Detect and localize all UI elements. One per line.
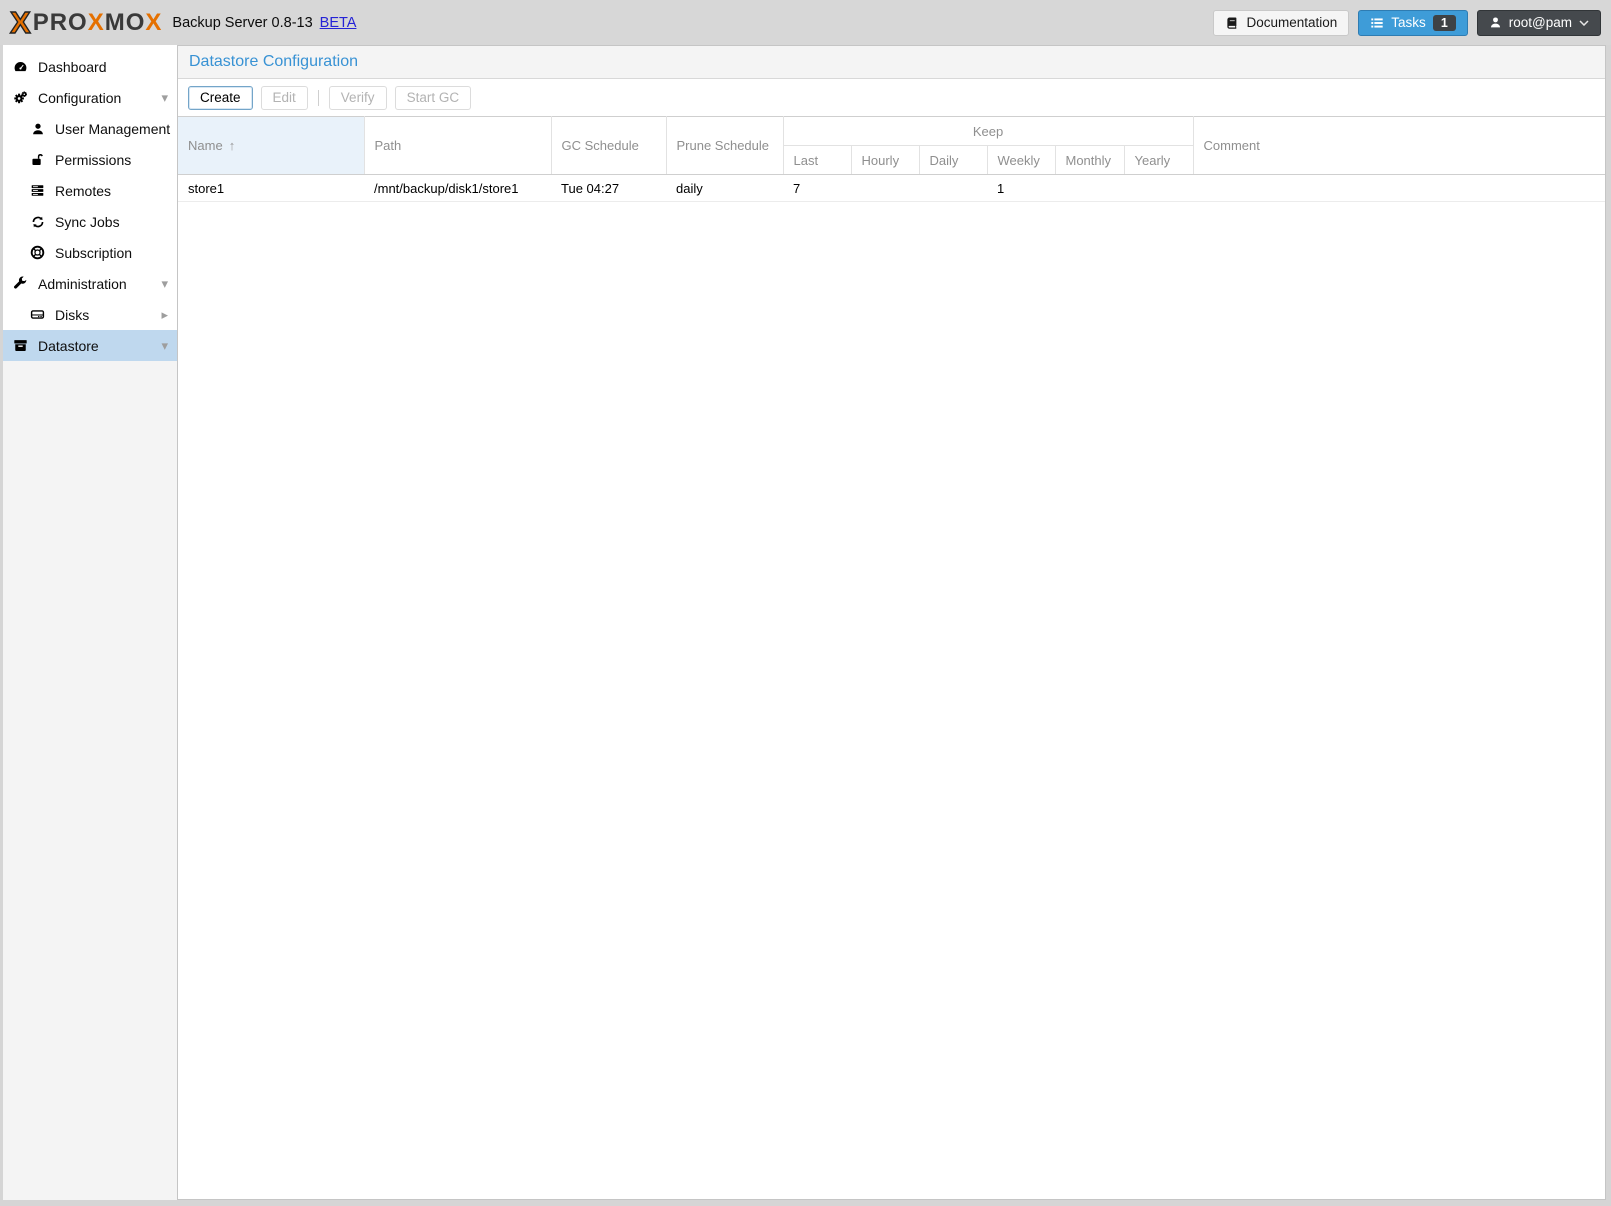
sidebar-item-user-management[interactable]: User Management bbox=[3, 113, 177, 144]
column-header-keep-yearly[interactable]: Yearly bbox=[1124, 146, 1193, 175]
page-title: Datastore Configuration bbox=[189, 53, 358, 71]
sidebar-item-label: Administration bbox=[38, 276, 127, 292]
toolbar-separator bbox=[318, 90, 319, 106]
workspace: Dashboard bbox=[0, 45, 1611, 1206]
cell-keep-hourly bbox=[851, 175, 919, 202]
task-list-icon bbox=[1370, 16, 1384, 30]
sidebar-item-disks[interactable]: Disks ▸ bbox=[3, 299, 177, 330]
edit-button[interactable]: Edit bbox=[261, 86, 308, 110]
product-name: Backup Server 0.8-13 bbox=[172, 15, 312, 31]
column-header-keep-hourly[interactable]: Hourly bbox=[851, 146, 919, 175]
sidebar-item-administration[interactable]: Administration ▾ bbox=[3, 268, 177, 299]
column-group-keep: Keep bbox=[783, 117, 1193, 146]
cogs-icon bbox=[12, 90, 29, 105]
chevron-down-icon[interactable]: ▾ bbox=[161, 91, 168, 104]
unlock-icon bbox=[29, 152, 46, 167]
column-header-keep-daily[interactable]: Daily bbox=[919, 146, 987, 175]
sync-icon bbox=[29, 215, 46, 229]
user-icon bbox=[1489, 16, 1502, 29]
sidebar-item-label: Datastore bbox=[38, 338, 99, 354]
server-stack-icon bbox=[29, 183, 46, 198]
cell-comment bbox=[1193, 175, 1605, 202]
column-header-keep-last[interactable]: Last bbox=[783, 146, 851, 175]
sidebar-item-configuration[interactable]: Configuration ▾ bbox=[3, 82, 177, 113]
sidebar-item-label: Disks bbox=[55, 307, 89, 323]
toolbar: Create Edit Verify Start GC bbox=[178, 79, 1605, 116]
sidebar-item-subscription[interactable]: Subscription bbox=[3, 237, 177, 268]
dashboard-gauge-icon bbox=[12, 59, 29, 74]
proxmox-x-icon: X bbox=[10, 7, 31, 38]
sidebar-item-label: Subscription bbox=[55, 245, 132, 261]
cell-keep-daily bbox=[919, 175, 987, 202]
chevron-right-icon[interactable]: ▸ bbox=[161, 308, 168, 321]
column-header-keep-weekly[interactable]: Weekly bbox=[987, 146, 1055, 175]
cell-gc-schedule: Tue 04:27 bbox=[551, 175, 666, 202]
proxmox-backup-server-app: { "header": { "logo": { "x0": "X", "part… bbox=[0, 0, 1611, 1206]
proxmox-wordmark: PROXMOX bbox=[33, 11, 163, 35]
sort-ascending-icon: ↑ bbox=[229, 138, 236, 153]
cell-keep-weekly: 1 bbox=[987, 175, 1055, 202]
column-header-prune-schedule[interactable]: Prune Schedule bbox=[666, 117, 783, 175]
column-header-name[interactable]: Name ↑ bbox=[178, 117, 364, 175]
column-header-label: Name bbox=[188, 138, 223, 153]
column-header-gc-schedule[interactable]: GC Schedule bbox=[551, 117, 666, 175]
column-header-comment[interactable]: Comment bbox=[1193, 117, 1605, 175]
tasks-count-badge: 1 bbox=[1433, 15, 1456, 31]
sidebar-item-datastore[interactable]: Datastore ▾ bbox=[3, 330, 177, 361]
chevron-down-icon[interactable]: ▾ bbox=[161, 277, 168, 290]
datastore-table: Name ↑ Path GC Schedule Prune Schedule Ke… bbox=[178, 116, 1605, 202]
tasks-label: Tasks bbox=[1391, 15, 1426, 30]
verify-button[interactable]: Verify bbox=[329, 86, 387, 110]
life-ring-icon bbox=[29, 245, 46, 260]
sidebar-item-dashboard[interactable]: Dashboard bbox=[3, 51, 177, 82]
table-row[interactable]: store1 /mnt/backup/disk1/store1 Tue 04:2… bbox=[178, 175, 1605, 202]
sidebar: Dashboard bbox=[3, 45, 178, 1200]
sidebar-item-label: Configuration bbox=[38, 90, 121, 106]
cell-name: store1 bbox=[178, 175, 364, 202]
sidebar-item-label: Dashboard bbox=[38, 59, 107, 75]
documentation-label: Documentation bbox=[1246, 15, 1337, 30]
top-bar: X PROXMOX Backup Server 0.8-13 BETA Docu… bbox=[0, 0, 1611, 45]
sidebar-item-label: Remotes bbox=[55, 183, 111, 199]
start-gc-button[interactable]: Start GC bbox=[395, 86, 472, 110]
logo-letters: MO bbox=[105, 9, 146, 36]
cell-keep-monthly bbox=[1055, 175, 1124, 202]
book-icon bbox=[1225, 16, 1239, 30]
cell-keep-last: 7 bbox=[783, 175, 851, 202]
wrench-icon bbox=[12, 276, 29, 291]
archive-box-icon bbox=[12, 338, 29, 353]
chevron-down-icon[interactable]: ▾ bbox=[161, 339, 168, 352]
main-panel: Datastore Configuration Create Edit Veri… bbox=[178, 45, 1606, 1200]
navigation-tree: Dashboard bbox=[3, 45, 177, 361]
user-icon bbox=[29, 122, 46, 136]
cell-path: /mnt/backup/disk1/store1 bbox=[364, 175, 551, 202]
hard-disk-icon bbox=[29, 307, 46, 322]
sidebar-item-label: User Management bbox=[55, 121, 170, 137]
chevron-down-icon bbox=[1579, 20, 1589, 26]
column-header-keep-monthly[interactable]: Monthly bbox=[1055, 146, 1124, 175]
proxmox-logo: X PROXMOX bbox=[10, 7, 162, 38]
create-button[interactable]: Create bbox=[188, 86, 253, 110]
sidebar-item-sync-jobs[interactable]: Sync Jobs bbox=[3, 206, 177, 237]
username-label: root@pam bbox=[1509, 15, 1572, 30]
beta-link[interactable]: BETA bbox=[320, 15, 357, 31]
sidebar-item-remotes[interactable]: Remotes bbox=[3, 175, 177, 206]
cell-prune-schedule: daily bbox=[666, 175, 783, 202]
cell-keep-yearly bbox=[1124, 175, 1193, 202]
sidebar-item-label: Permissions bbox=[55, 152, 131, 168]
sidebar-item-label: Sync Jobs bbox=[55, 214, 120, 230]
sidebar-item-permissions[interactable]: Permissions bbox=[3, 144, 177, 175]
panel-header: Datastore Configuration bbox=[178, 46, 1605, 79]
logo-letters: X bbox=[88, 9, 105, 36]
user-menu-button[interactable]: root@pam bbox=[1477, 10, 1601, 36]
logo-letters: PRO bbox=[33, 9, 88, 36]
tasks-button[interactable]: Tasks 1 bbox=[1358, 10, 1467, 36]
documentation-button[interactable]: Documentation bbox=[1213, 10, 1349, 36]
column-header-path[interactable]: Path bbox=[364, 117, 551, 175]
logo-letters: X bbox=[145, 9, 162, 36]
